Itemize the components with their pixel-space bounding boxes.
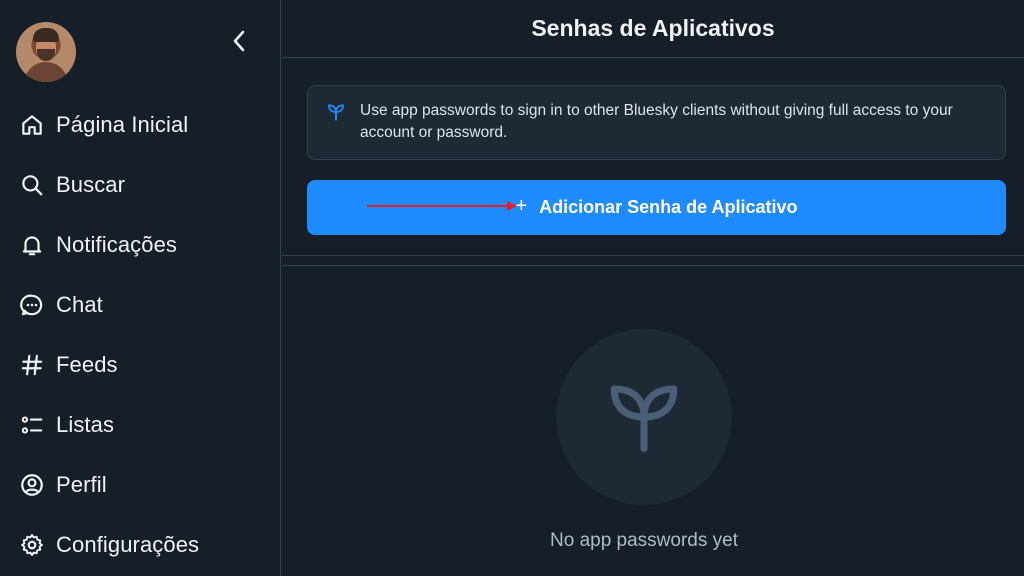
- user-circle-icon: [18, 471, 46, 499]
- sprout-icon: [610, 385, 678, 452]
- page-header: Senhas de Aplicativos: [282, 0, 1024, 58]
- sidebar-item-label: Configurações: [56, 532, 200, 557]
- sidebar-item-label: Buscar: [56, 172, 126, 197]
- list-icon: [18, 411, 46, 439]
- chat-bubble-icon: [18, 291, 46, 319]
- sidebar-item-label: Perfil: [56, 472, 107, 497]
- sidebar-item-chat[interactable]: Chat: [0, 275, 281, 335]
- search-icon: [18, 171, 46, 199]
- empty-state-illustration: [556, 329, 732, 505]
- sidebar-item-lists[interactable]: Listas: [0, 395, 281, 455]
- info-notice: Use app passwords to sign in to other Bl…: [307, 85, 1006, 160]
- sprout-icon: [326, 102, 346, 122]
- divider: [282, 265, 1024, 266]
- sidebar: Página Inicial Buscar Notificações Chat: [0, 0, 281, 576]
- home-icon: [18, 111, 46, 139]
- add-app-password-label: Adicionar Senha de Aplicativo: [539, 197, 798, 217]
- page-title: Senhas de Aplicativos: [531, 15, 775, 41]
- sidebar-item-label: Feeds: [56, 352, 118, 377]
- sidebar-item-label: Chat: [56, 292, 103, 317]
- avatar-beard: [37, 49, 55, 61]
- main-content: Senhas de Aplicativos Use app passwords …: [282, 0, 1024, 576]
- sidebar-item-home[interactable]: Página Inicial: [0, 95, 281, 155]
- sidebar-item-feeds[interactable]: Feeds: [0, 335, 281, 395]
- collapse-sidebar-button[interactable]: [224, 26, 254, 56]
- sidebar-item-search[interactable]: Buscar: [0, 155, 281, 215]
- bell-icon: [18, 231, 46, 259]
- avatar-body: [24, 62, 68, 82]
- avatar-hair: [33, 28, 59, 42]
- sidebar-item-settings[interactable]: Configurações: [0, 515, 281, 575]
- app-window: Página Inicial Buscar Notificações Chat: [0, 0, 1024, 576]
- sidebar-nav: Página Inicial Buscar Notificações Chat: [0, 95, 281, 575]
- sidebar-item-label: Listas: [56, 412, 115, 437]
- sidebar-item-label: Página Inicial: [56, 112, 189, 137]
- avatar[interactable]: [16, 22, 76, 82]
- sidebar-item-notifications[interactable]: Notificações: [0, 215, 281, 275]
- sidebar-item-profile[interactable]: Perfil: [0, 455, 281, 515]
- gear-icon: [18, 531, 46, 559]
- sidebar-item-label: Notificações: [56, 232, 178, 257]
- hash-icon: [18, 351, 46, 379]
- info-text: Use app passwords to sign in to other Bl…: [360, 102, 953, 141]
- chevron-left-icon: [233, 30, 245, 52]
- empty-state-text: No app passwords yet: [550, 530, 738, 551]
- annotation-arrow: [367, 201, 517, 211]
- divider: [282, 255, 1024, 256]
